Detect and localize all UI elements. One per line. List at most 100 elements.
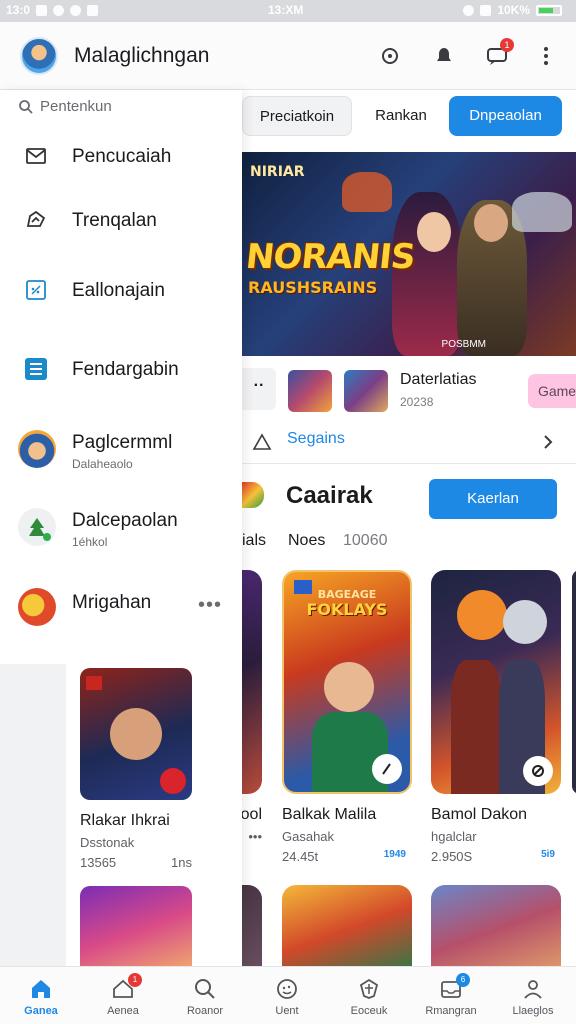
game-card-row2[interactable] [242, 885, 262, 966]
game-card-hair-2 [503, 600, 547, 644]
game-card-art [431, 570, 561, 794]
trending-icon [26, 210, 46, 227]
drawer-item-sub: Dalaheaolo [72, 457, 133, 471]
drawer-item-label: Trenqalan [72, 210, 157, 231]
drawer-item-sub: 1éhkol [72, 535, 108, 549]
section-tab-3[interactable]: 10060 [343, 532, 388, 550]
game-card-tag: 1949 [383, 849, 406, 860]
calendar-icon [26, 280, 46, 300]
game-card[interactable]: ool ••• [242, 570, 262, 845]
status-time-left: 13:0 [6, 3, 31, 17]
avatar-icon [18, 430, 56, 468]
game-card-art-title: FOKLAYS [306, 600, 388, 619]
promo-thumb-1[interactable] [288, 370, 332, 412]
drawer-item-5[interactable]: Paglcermml Dalaheaolo [0, 424, 242, 480]
app-logo-avatar[interactable] [20, 37, 58, 75]
banner-mech [512, 192, 572, 232]
game-card-meta: 24.45t 1949 [282, 849, 412, 865]
game-card-name: Bamol Dakon [431, 806, 528, 823]
drawer-item-1[interactable]: Pencucaiah [0, 130, 242, 186]
section-tab-2[interactable]: Noes [288, 532, 325, 550]
bottom-nav-badge: 6 [456, 973, 470, 987]
promo-thumb-2[interactable] [344, 370, 388, 412]
game-card-hair [457, 590, 507, 640]
bottom-nav-home[interactable]: Ganea [0, 967, 82, 1024]
game-card[interactable]: Bamol Dakon hgalclar 2.950S 5i9 [431, 570, 561, 865]
segments-label[interactable]: Segains [287, 430, 345, 448]
banner-subtitle: RAUSHSRAINS [248, 278, 378, 297]
drawer-item-label: Pencucaiah [72, 146, 172, 167]
status-left: 13:0 [6, 3, 99, 17]
bottom-nav-label: Aenea [107, 1005, 139, 1017]
drawer-game-card[interactable]: Rlakar Ihkrai Dsstonak 13565 1ns [80, 668, 210, 870]
bottom-nav-search[interactable]: Roanor [164, 967, 246, 1024]
game-card-tag: 5i9 [541, 849, 555, 860]
bottom-nav-label: Eoceuk [350, 1005, 388, 1017]
game-card-installs: 24.45t [282, 849, 319, 864]
bottom-nav-explore[interactable]: Uent [246, 967, 328, 1024]
banner-creature [342, 172, 392, 212]
avatar-icon [18, 588, 56, 626]
game-card-installs: 2.950S [431, 849, 473, 864]
drawer-item-2[interactable]: Trenqalan [0, 194, 242, 250]
game-card-developer: hgalclar [431, 829, 477, 844]
banner-caption: POSBMM [441, 339, 486, 350]
filter-chip-2[interactable]: Rankan [364, 96, 438, 136]
segments-row[interactable]: Segains [242, 420, 576, 464]
game-card-badge-icon [523, 756, 553, 786]
eye-icon [463, 4, 475, 16]
shield-icon [359, 978, 379, 999]
bottom-nav-inbox[interactable]: 6 Rmangran [410, 967, 492, 1024]
person-icon [524, 980, 542, 999]
game-chip[interactable]: Game [528, 374, 576, 408]
featured-banner[interactable]: NIRIAR NORANIS RAUSHSRAINS POSBMM [242, 152, 576, 356]
bottom-nav-apps[interactable]: 1 Aenea [82, 967, 164, 1024]
gallery-notification-icon [36, 4, 48, 16]
bottom-nav-label: Llaeglos [512, 1005, 554, 1017]
game-card[interactable]: BAGEAGE FOKLAYS Balkak Malila Gasahak 24… [282, 570, 412, 865]
drawer-item-7[interactable]: Mrigahan ••• [0, 582, 242, 638]
bottom-nav-label: Rmangran [425, 1005, 477, 1017]
drawer-search-placeholder: Pentenkun [40, 98, 112, 115]
battery-percent: 10K% [497, 3, 530, 17]
drawer-game-card-meta: 13565 1ns [80, 855, 192, 870]
bottom-nav-badge: 1 [128, 973, 142, 987]
drawer-search[interactable]: Pentenkun [18, 98, 112, 115]
filter-chip-1[interactable]: Preciatkoin [242, 96, 352, 136]
filter-chip-3[interactable]: Dnpeaolan [449, 96, 562, 136]
game-card-row2[interactable] [282, 885, 412, 966]
target-icon[interactable] [378, 44, 402, 68]
bottom-nav-profile[interactable]: Llaeglos [492, 967, 574, 1024]
section-action-button[interactable]: Kaerlan [429, 479, 557, 519]
messages-icon[interactable]: 1 [485, 38, 514, 68]
search-icon [19, 99, 33, 114]
drawer-game-card-developer: Dsstonak [80, 835, 135, 850]
bottom-nav-label: Uent [275, 1005, 299, 1017]
drawer-item-4[interactable]: Fendargabin [0, 343, 242, 399]
game-card-row2[interactable] [431, 885, 561, 966]
more-vert-icon[interactable] [534, 44, 558, 68]
game-card-meta: 2.950S 5i9 [431, 849, 561, 865]
bell-icon[interactable] [432, 44, 456, 68]
section-tab-1[interactable]: ials [242, 532, 266, 550]
game-card-art [242, 570, 262, 794]
drawer-game-card-2[interactable] [80, 886, 192, 966]
promo-more-button[interactable]: ·· [242, 368, 276, 410]
drawer-strip [0, 664, 66, 966]
game-card-hero-body [451, 660, 501, 794]
mail-icon [26, 148, 46, 164]
app-bar: Malaglichngan 1 [0, 22, 576, 90]
drawer-item-3[interactable]: Eallonajain [0, 264, 242, 320]
game-card-installs: ••• [248, 829, 262, 844]
game-card-peek[interactable] [572, 570, 576, 794]
game-card-hero-face [324, 662, 374, 712]
drawer-game-card-size: 1ns [171, 855, 192, 870]
chevron-right-icon[interactable] [542, 434, 554, 450]
promo-row[interactable]: ·· Daterlatias 20238 Game [242, 366, 576, 416]
more-horizontal-icon[interactable]: ••• [198, 594, 222, 617]
bottom-nav-shield[interactable]: Eoceuk [328, 967, 410, 1024]
drawer-item-label: Eallonajain [72, 280, 165, 301]
game-card-hero-body [312, 712, 388, 792]
drawer-game-card-art [80, 668, 192, 800]
drawer-item-6[interactable]: Dalcepaolan 1éhkol [0, 502, 242, 558]
